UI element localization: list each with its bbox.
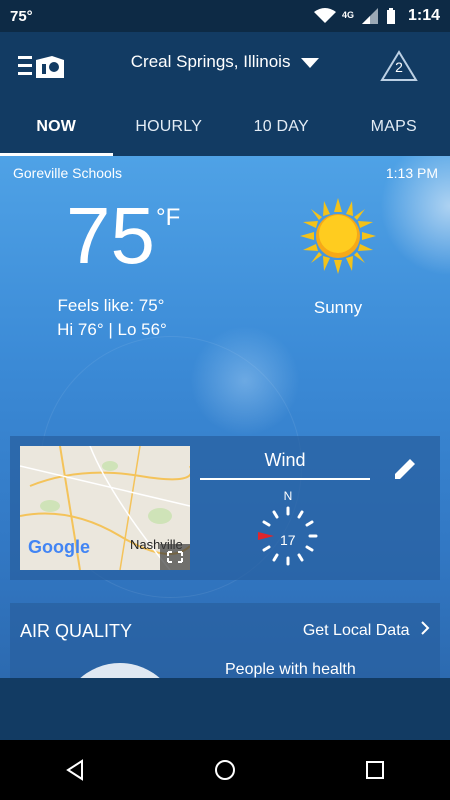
caret-down-icon [301,57,320,68]
battery-icon [386,8,395,24]
current-temperature: 75 [66,191,155,280]
wind-title: Wind [264,450,306,470]
air-quality-card: AIR QUALITY Get Local Data People with h… [10,603,440,678]
get-local-data-link[interactable]: Get Local Data [303,621,430,640]
recents-button[interactable] [345,750,405,790]
wind-compass: N [258,489,318,566]
recents-square-icon [366,761,384,779]
air-quality-gauge [60,663,180,678]
station-name[interactable]: Goreville Schools [13,165,122,181]
google-logo: Google [28,537,90,557]
edit-pencil-icon[interactable] [392,456,418,482]
tab-bar: NOW HOURLY 10 DAY MAPS [0,98,450,156]
lte-signal-icon: 4G [342,8,378,24]
status-bar: 75° 4G 1:14 [0,0,450,32]
home-circle-icon [215,760,235,780]
expand-map-icon[interactable] [160,544,190,570]
app-header: Creal Springs, Illinois 2 [0,32,450,98]
tab-now[interactable]: NOW [0,98,113,156]
tab-10-day[interactable]: 10 DAY [225,98,338,156]
back-button[interactable] [45,750,105,790]
hi-lo: Hi 76° | Lo 56° [57,320,167,339]
wind-divider [200,478,370,480]
map-wind-card: Google Nashville Wind N 17 [10,436,440,580]
status-icons: 4G 1:14 [313,7,440,25]
alert-count: 2 [395,59,403,75]
chevron-right-icon [421,621,430,635]
status-time: 1:14 [407,7,440,24]
current-conditions: Goreville Schools 1:13 PM 75 °F Feels li… [0,156,450,678]
observation-time: 1:13 PM [385,165,438,181]
mini-map[interactable]: Google Nashville [20,446,190,570]
svg-text:4G: 4G [342,10,354,20]
tab-hourly[interactable]: HOURLY [113,98,226,156]
condition-text: Sunny [313,298,363,317]
home-button[interactable] [195,750,255,790]
feels-like: Feels like: 75° [57,296,165,315]
location-name: Creal Springs, Illinois [130,52,291,71]
compass-north-label: N [284,489,293,503]
tab-maps[interactable]: MAPS [338,98,450,156]
wifi-icon [313,8,336,23]
back-triangle-icon [66,759,83,781]
wind-speed: 17 [280,532,296,548]
air-quality-description: People with health [225,661,356,678]
bottom-banner [0,678,450,740]
system-nav-bar [0,740,450,800]
temperature-unit: °F [156,204,181,231]
air-quality-title: AIR QUALITY [20,621,133,641]
sun-icon [300,198,376,274]
status-temperature: 75° [10,7,33,25]
get-local-data-label: Get Local Data [302,622,410,639]
